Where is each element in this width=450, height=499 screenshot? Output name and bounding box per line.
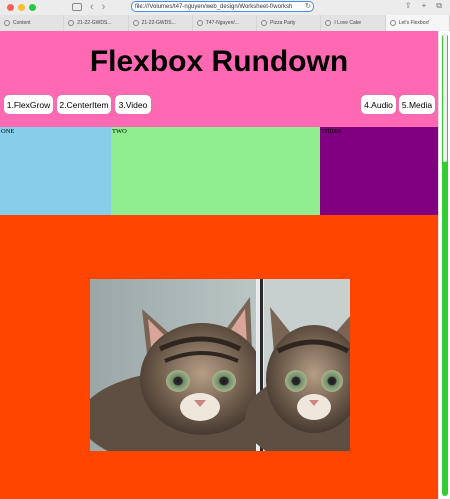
compass-icon [389,20,396,26]
forward-icon[interactable]: › [102,2,106,13]
tab-favicon-icon [4,20,10,26]
nav-link-video[interactable]: 3.Video [115,95,151,114]
page-body: Flexbox Rundown 1.FlexGrow 2.CenterItem … [0,31,438,499]
page-title: Flexbox Rundown [89,45,349,78]
tab-label: 21-22-GWDS... [77,20,112,26]
browser-chrome: ‹ › file:///Volumes/t47-nguyen/web_desig… [0,0,450,31]
tab-content[interactable]: Content [0,15,65,31]
address-bar-text: file:///Volumes/t47-nguyen/web_design/Wo… [135,3,293,10]
kitten-image [90,279,350,451]
compass-icon [261,20,268,26]
github-icon [196,20,203,26]
back-icon[interactable]: ‹ [90,2,94,13]
github-icon [68,20,75,26]
page-header: Flexbox Rundown 1.FlexGrow 2.CenterItem … [0,31,438,127]
scrollbar-thumb[interactable] [443,34,447,162]
address-bar[interactable]: file:///Volumes/t47-nguyen/web_design/Wo… [131,1,314,12]
flex-box-one: ONE [0,127,111,215]
new-tab-icon[interactable]: + [422,1,427,11]
tab-label: I Love Cake [334,20,362,26]
browser-toolbar: ‹ › file:///Volumes/t47-nguyen/web_desig… [0,0,450,14]
tab-i-love-cake[interactable]: I Love Cake [321,15,386,31]
flex-container: ONE TWO THREE [0,127,438,215]
close-window-button[interactable] [7,3,14,11]
flex-box-three: THREE [320,127,438,215]
page-scrollbar[interactable] [438,31,450,499]
tab-gwds-1[interactable]: 21-22-GWDS... [64,15,129,31]
github-icon [132,20,139,26]
tab-pizza-party[interactable]: Pizza Party [257,15,322,31]
tab-overview-icon[interactable]: ⧉ [436,1,442,11]
tab-lets-flexbox[interactable]: Let's Flexbox! [385,15,450,31]
tab-bar: Content 21-22-GWDS... 21-22-GWDS... T47-… [0,15,450,31]
share-icon[interactable]: ⇪ [405,1,412,11]
tab-gwds-2[interactable]: 21-22-GWDS... [128,15,193,31]
sidebar-toggle-icon[interactable] [72,3,82,11]
nav-link-flexgrow[interactable]: 1.FlexGrow [4,95,53,114]
window-controls [7,3,36,11]
tab-label: 21-22-GWDS... [141,20,176,26]
nav-link-media[interactable]: 5.Media [399,95,435,114]
tab-label: Pizza Party [270,20,296,26]
zoom-window-button[interactable] [29,3,36,11]
kitten-photo [90,279,350,451]
compass-icon [325,20,332,26]
tab-t47-nguyen[interactable]: T47-Nguyen/... [192,15,258,31]
flex-box-two: TWO [111,127,320,215]
reload-icon[interactable]: ↻ [305,2,311,10]
minimize-window-button[interactable] [18,3,25,11]
tab-label: Let's Flexbox! [398,20,430,26]
nav-link-centeritem[interactable]: 2.CenterItem [57,95,111,114]
nav-link-audio[interactable]: 4.Audio [361,95,396,114]
tab-label: Content [13,20,31,26]
toolbar-icons: ⇪ + ⧉ [405,1,442,11]
tab-label: T47-Nguyen/... [205,20,239,26]
